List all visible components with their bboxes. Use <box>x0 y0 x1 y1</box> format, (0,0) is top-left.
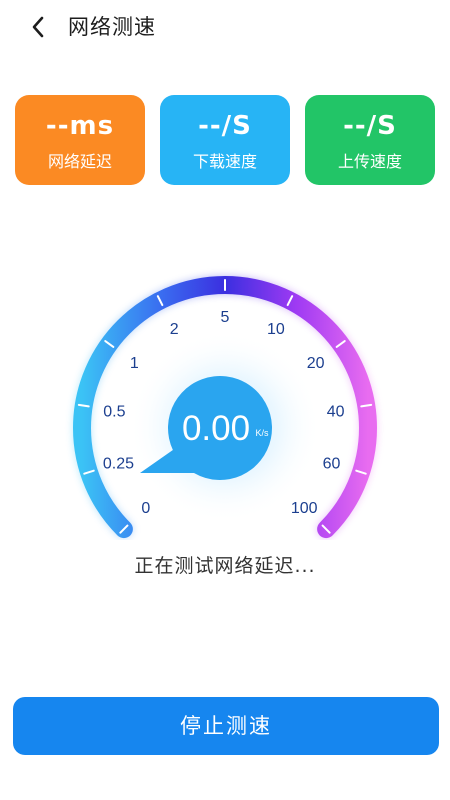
gauge-tick-label: 20 <box>307 355 325 372</box>
back-button[interactable] <box>22 12 54 42</box>
gauge-tick-label: 40 <box>327 403 345 420</box>
download-label: 下载速度 <box>192 152 257 171</box>
latency-label: 网络延迟 <box>47 152 112 171</box>
status-text: 正在测试网络延迟... <box>134 555 316 577</box>
gauge-tick-label: 1 <box>130 355 139 372</box>
stop-test-button[interactable]: 停止测速 <box>13 697 439 755</box>
download-value: --/S <box>198 111 252 141</box>
speed-value: 0.00 <box>182 409 250 448</box>
gauge-tick-label: 100 <box>291 500 318 517</box>
gauge-tick-label: 2 <box>170 321 179 338</box>
speed-unit: K/s <box>255 428 269 438</box>
latency-card: --ms 网络延迟 <box>15 95 145 185</box>
chevron-left-icon <box>32 16 44 38</box>
page-title: 网络测速 <box>68 15 156 39</box>
speed-gauge: 0 0.25 0.5 1 2 5 10 20 40 60 100 0.00 K/s <box>0 250 450 540</box>
stats-cards: --ms 网络延迟 --/S 下载速度 --/S 上传速度 <box>15 95 435 185</box>
app-header: 网络测速 <box>0 0 450 54</box>
gauge-tick-label: 5 <box>221 309 230 326</box>
upload-card: --/S 上传速度 <box>305 95 435 185</box>
download-card: --/S 下载速度 <box>160 95 290 185</box>
upload-label: 上传速度 <box>337 152 402 171</box>
gauge-tick-label: 0.5 <box>103 403 125 420</box>
gauge-tick-label: 0.25 <box>103 456 134 473</box>
upload-value: --/S <box>343 111 397 141</box>
gauge-svg: 0 0.25 0.5 1 2 5 10 20 40 60 100 0.00 K/s <box>73 276 377 539</box>
gauge-tick-label: 0 <box>141 500 150 517</box>
latency-value: --ms <box>45 111 115 141</box>
gauge-tick-label: 10 <box>267 321 285 338</box>
gauge-tick-label: 60 <box>323 456 341 473</box>
